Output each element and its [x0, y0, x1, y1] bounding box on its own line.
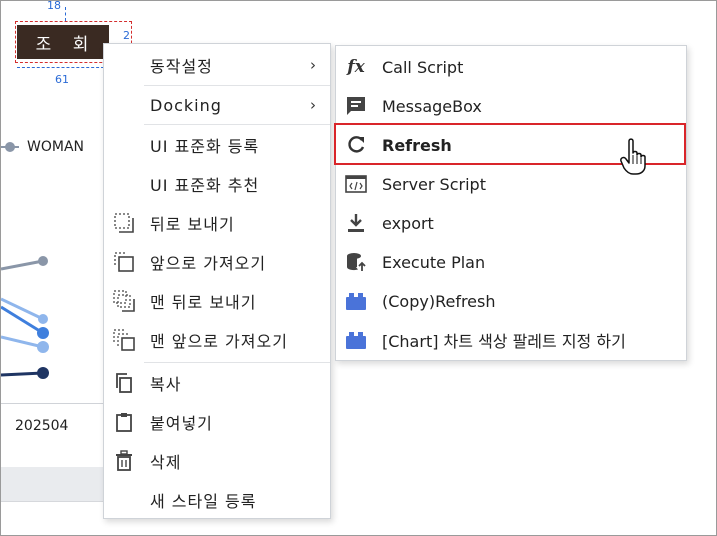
submenu-item-label: export — [382, 213, 434, 233]
series-point-dark — [37, 367, 49, 379]
menu-item-label: 앞으로 가져오기 — [150, 254, 267, 273]
menu-item-label: 새 스타일 등록 — [150, 492, 257, 511]
series-point-light-2 — [37, 341, 49, 353]
send-to-back-icon — [112, 289, 136, 313]
dimension-bottom-value: 61 — [55, 73, 69, 86]
x-axis-tick-label: 202504 — [15, 418, 69, 434]
menu-item-bring-to-front[interactable]: 맨 앞으로 가져오기 — [104, 321, 330, 359]
menu-separator — [144, 124, 330, 125]
menu-item-label: Docking — [150, 95, 222, 115]
menu-item-label: 붙여넣기 — [150, 414, 213, 433]
code-icon — [344, 172, 368, 196]
menu-item-label: UI 표준화 등록 — [150, 137, 260, 156]
menu-item-delete[interactable]: 삭제 — [104, 442, 330, 480]
dimension-guide-top — [65, 7, 67, 21]
trash-icon — [112, 449, 136, 473]
menu-item-copy[interactable]: 복사 — [104, 364, 330, 402]
submenu-item-export[interactable]: export — [336, 204, 686, 242]
submenu-item-messagebox[interactable]: MessageBox — [336, 87, 686, 125]
submenu-item-copy-refresh[interactable]: (Copy)Refresh — [336, 282, 686, 320]
menu-item-send-backward[interactable]: 뒤로 보내기 — [104, 204, 330, 242]
submenu-item-label: MessageBox — [382, 96, 482, 116]
legend-label: WOMAN — [27, 139, 84, 155]
chevron-right-icon: › — [310, 96, 316, 114]
menu-separator — [144, 362, 330, 363]
context-menu: 동작설정 › Docking › UI 표준화 등록 UI 표준화 추천 뒤로 … — [103, 43, 331, 519]
series-line-grey — [1, 259, 44, 271]
paste-icon — [112, 410, 136, 434]
submenu-item-call-script[interactable]: fx Call Script — [336, 48, 686, 86]
series-point-light-1 — [38, 314, 48, 324]
query-button[interactable]: 조 회 — [17, 25, 109, 59]
chart-legend-item: WOMAN — [1, 139, 84, 155]
menu-item-new-style-register[interactable]: 새 스타일 등록 — [104, 481, 330, 519]
series-line-light-1 — [1, 297, 44, 321]
menu-item-paste[interactable]: 붙여넣기 — [104, 403, 330, 441]
submenu-item-execute-plan[interactable]: Execute Plan — [336, 243, 686, 281]
series-point-grey — [38, 256, 48, 266]
block-icon — [344, 328, 368, 352]
download-icon — [344, 211, 368, 235]
series-line-light-2 — [1, 335, 44, 349]
dimension-right-value: 2 — [123, 29, 130, 42]
menu-item-bring-forward[interactable]: 앞으로 가져오기 — [104, 243, 330, 281]
action-submenu: fx Call Script MessageBox Refresh Server… — [334, 45, 687, 361]
menu-item-docking[interactable]: Docking › — [104, 86, 330, 124]
send-backward-icon — [112, 211, 136, 235]
menu-item-ui-standard-register[interactable]: UI 표준화 등록 — [104, 126, 330, 164]
function-icon: fx — [347, 57, 365, 77]
menu-item-label: 맨 뒤로 보내기 — [150, 293, 257, 312]
hand-cursor-icon — [620, 138, 646, 175]
submenu-item-label: Server Script — [382, 174, 486, 194]
submenu-item-label: [Chart] 차트 색상 팔레트 지정 하기 — [382, 332, 626, 351]
series-point-mid — [37, 327, 49, 339]
menu-item-label: 복사 — [150, 375, 182, 394]
menu-item-label: 삭제 — [150, 453, 182, 472]
menu-item-label: 동작설정 — [150, 57, 213, 76]
chevron-right-icon: › — [310, 56, 316, 74]
designer-window: WOMAN 202504 조 회 18 2 61 동작설정 › Docking … — [0, 0, 717, 536]
submenu-item-label: (Copy)Refresh — [382, 291, 496, 311]
bring-to-front-icon — [112, 328, 136, 352]
dimension-guide-bottom — [17, 67, 109, 69]
submenu-item-label: Execute Plan — [382, 252, 486, 272]
submenu-item-chart-palette[interactable]: [Chart] 차트 색상 팔레트 지정 하기 — [336, 321, 686, 359]
menu-item-action-settings[interactable]: 동작설정 › — [104, 46, 330, 84]
menu-item-label: UI 표준화 추천 — [150, 176, 260, 195]
database-icon — [344, 250, 368, 274]
menu-item-label: 맨 앞으로 가져오기 — [150, 332, 288, 351]
copy-icon — [112, 371, 136, 395]
menu-item-send-to-back[interactable]: 맨 뒤로 보내기 — [104, 282, 330, 320]
menu-item-ui-standard-recommend[interactable]: UI 표준화 추천 — [104, 165, 330, 203]
legend-swatch — [1, 142, 19, 152]
block-icon — [344, 289, 368, 313]
menu-item-label: 뒤로 보내기 — [150, 215, 235, 234]
series-line-dark — [1, 371, 44, 377]
bring-forward-icon — [112, 250, 136, 274]
dimension-top-value: 18 — [47, 0, 61, 12]
message-icon — [344, 94, 368, 118]
submenu-item-label: Call Script — [382, 57, 464, 77]
series-line-mid — [1, 305, 44, 335]
